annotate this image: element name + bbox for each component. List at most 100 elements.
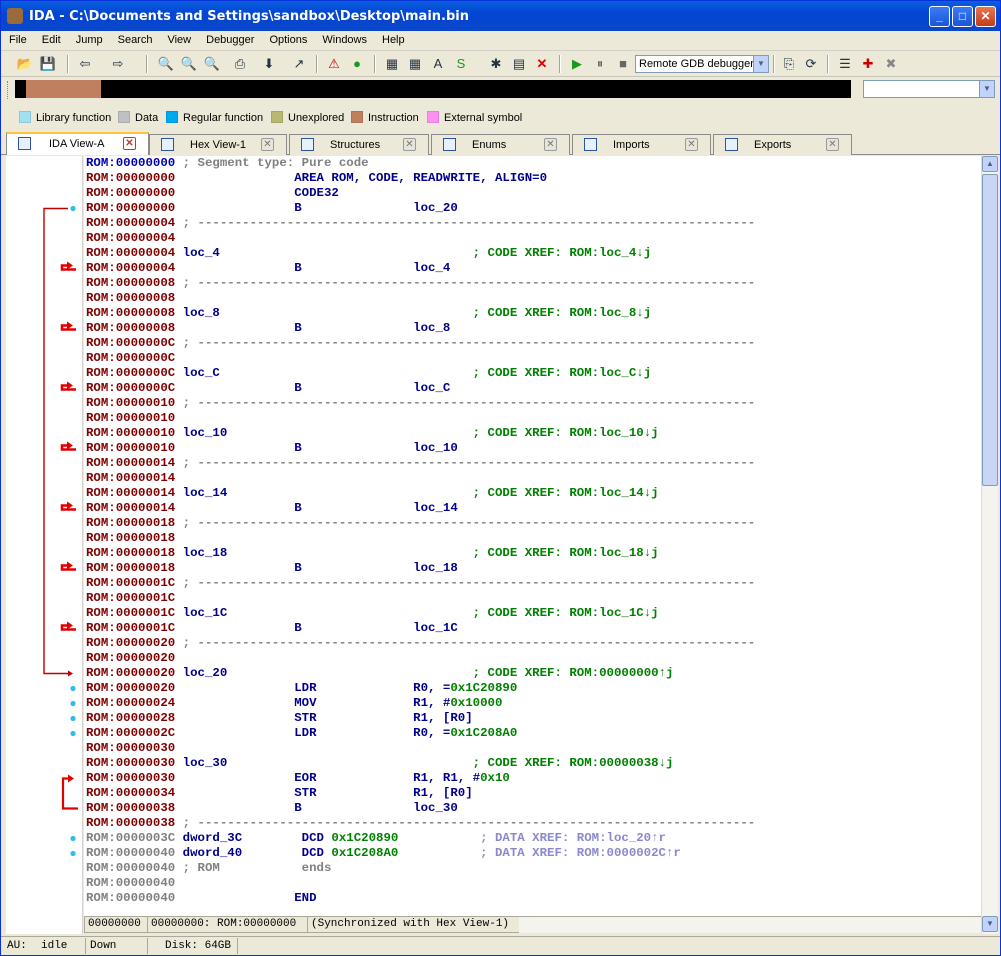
start-debug-icon[interactable]: ▶ [567, 54, 587, 74]
close-tab-icon[interactable]: ✕ [261, 138, 274, 151]
scroll-up-icon[interactable]: ▲ [982, 156, 998, 172]
code-line[interactable]: ROM:0000001C ; -------------------------… [86, 576, 755, 591]
navigation-select[interactable]: ▼ [863, 80, 995, 98]
code-line[interactable]: ROM:00000010 B loc_10 [86, 441, 458, 456]
code-line[interactable]: ROM:00000040 END [86, 891, 317, 906]
code-line[interactable]: ROM:00000030 loc_30 ; CODE XREF: ROM:000… [86, 756, 673, 771]
make-struct-icon[interactable]: S [451, 54, 471, 74]
code-line[interactable]: ROM:00000028 STR R1, [R0] [86, 711, 473, 726]
menu-view[interactable]: View [159, 31, 198, 46]
code-line[interactable]: ROM:00000014 B loc_14 [86, 501, 458, 516]
code-line[interactable]: ROM:0000001C [86, 591, 175, 606]
code-line[interactable]: ROM:00000020 ; -------------------------… [86, 636, 755, 651]
line-xref-comment[interactable]: ; CODE XREF: ROM:00000038↓j [227, 756, 674, 770]
line-xref-comment[interactable]: ; CODE XREF: ROM:loc_8↓j [220, 306, 651, 320]
code-line[interactable]: ROM:00000010 ; -------------------------… [86, 396, 755, 411]
code-line[interactable]: ROM:00000020 LDR R0, =0x1C20890 [86, 681, 517, 696]
code-line[interactable]: ROM:0000001C B loc_1C [86, 621, 458, 636]
patch-icon[interactable]: ▤ [509, 54, 529, 74]
line-xref-comment[interactable]: ; CODE XREF: ROM:loc_4↓j [220, 246, 651, 260]
close-tab-icon[interactable]: ✕ [403, 138, 416, 151]
code-line[interactable]: ROM:00000004 [86, 231, 175, 246]
line-xref-comment[interactable]: ; CODE XREF: ROM:loc_18↓j [227, 546, 659, 560]
save-icon[interactable]: 💾 [38, 54, 58, 74]
code-line[interactable]: ROM:0000000C B loc_C [86, 381, 450, 396]
code-line[interactable]: ROM:00000018 B loc_18 [86, 561, 458, 576]
close-tab-icon[interactable]: ✕ [123, 137, 136, 150]
line-xref-comment[interactable]: ; CODE XREF: ROM:loc_1C↓j [227, 606, 659, 620]
breakpoint-add-icon[interactable]: ✚ [858, 54, 878, 74]
minimize-button[interactable]: _ [929, 6, 950, 27]
scroll-down-icon[interactable]: ▼ [982, 916, 998, 932]
search-binary-icon[interactable]: 🔍 [179, 54, 199, 74]
back-icon[interactable]: ⇦ [75, 54, 95, 74]
xref-icon[interactable]: ↗ [289, 54, 309, 74]
tab-enums[interactable]: Enums ✕ [431, 134, 570, 155]
scroll-thumb[interactable] [982, 174, 998, 486]
code-line[interactable]: ROM:0000001C loc_1C ; CODE XREF: ROM:loc… [86, 606, 659, 621]
make-code-icon[interactable]: ▦ [382, 54, 402, 74]
code-line[interactable]: ROM:00000038 B loc_30 [86, 801, 458, 816]
tab-exports[interactable]: Exports ✕ [713, 134, 852, 155]
menu-file[interactable]: File [1, 31, 34, 46]
code-line[interactable]: ROM:00000008 loc_8 ; CODE XREF: ROM:loc_… [86, 306, 651, 321]
warning-icon[interactable]: ⚠ [324, 54, 344, 74]
code-line[interactable]: ROM:00000000 B loc_20 [86, 201, 458, 216]
code-line[interactable]: ROM:00000020 loc_20 ; CODE XREF: ROM:000… [86, 666, 673, 681]
menu-windows[interactable]: Windows [314, 31, 374, 46]
sparkle-icon[interactable]: ✱ [486, 54, 506, 74]
code-line[interactable]: ROM:0000000C ; -------------------------… [86, 336, 755, 351]
search-text-icon[interactable]: 🔍 [156, 54, 176, 74]
menu-debugger[interactable]: Debugger [198, 31, 261, 46]
code-line[interactable]: ROM:00000010 [86, 411, 175, 426]
line-xref-comment[interactable]: ; CODE XREF: ROM:loc_14↓j [227, 486, 659, 500]
grip-handle[interactable] [7, 81, 11, 99]
line-xref-comment[interactable]: ; CODE XREF: ROM:loc_10↓j [227, 426, 659, 440]
stop-debug-icon[interactable]: ■ [613, 54, 633, 74]
line-xref-comment[interactable]: ; CODE XREF: ROM:loc_C↓j [220, 366, 651, 380]
make-data-icon[interactable]: ▦ [405, 54, 425, 74]
menu-search[interactable]: Search [110, 31, 160, 46]
pause-debug-icon[interactable]: ⏸ [590, 54, 610, 74]
line-xref-comment[interactable]: ; DATA XREF: ROM:loc_20↑r [398, 831, 666, 845]
forward-icon[interactable]: ⇨ [108, 54, 128, 74]
chevron-down-icon[interactable]: ▼ [979, 81, 994, 97]
code-line[interactable]: ROM:00000038 ; -------------------------… [86, 816, 755, 831]
line-xref-comment[interactable]: ; CODE XREF: ROM:00000000↑j [227, 666, 674, 680]
green-circle-icon[interactable]: ● [347, 54, 367, 74]
code-line[interactable]: ROM:00000008 [86, 291, 175, 306]
chevron-down-icon[interactable]: ▼ [753, 56, 768, 72]
menu-edit[interactable]: Edit [34, 31, 68, 46]
title-bar[interactable]: IDA - C:\Documents and Settings\sandbox\… [1, 1, 1000, 31]
horizontal-scrollbar[interactable] [519, 916, 981, 933]
code-line[interactable]: ROM:00000040 dword_40 DCD 0x1C208A0 ; DA… [86, 846, 681, 861]
code-line[interactable]: ROM:0000000C loc_C ; CODE XREF: ROM:loc_… [86, 366, 651, 381]
make-ascii-icon[interactable]: A [428, 54, 448, 74]
menu-options[interactable]: Options [261, 31, 314, 46]
code-line[interactable]: ROM:00000008 ; -------------------------… [86, 276, 755, 291]
code-line[interactable]: ROM:00000034 STR R1, [R0] [86, 786, 473, 801]
code-line[interactable]: ROM:00000004 B loc_4 [86, 261, 450, 276]
list-icon[interactable]: ☰ [835, 54, 855, 74]
code-line[interactable]: ROM:0000000C [86, 351, 175, 366]
maximize-button[interactable]: □ [952, 6, 973, 27]
code-line[interactable]: ROM:00000004 loc_4 ; CODE XREF: ROM:loc_… [86, 246, 651, 261]
attach-icon[interactable]: ⎘ [779, 54, 799, 74]
code-line[interactable]: ROM:00000000 AREA ROM, CODE, READWRITE, … [86, 171, 547, 186]
close-tab-icon[interactable]: ✕ [826, 138, 839, 151]
code-line[interactable]: ROM:00000014 loc_14 ; CODE XREF: ROM:loc… [86, 486, 659, 501]
code-line[interactable]: ROM:00000010 loc_10 ; CODE XREF: ROM:loc… [86, 426, 659, 441]
code-line[interactable]: ROM:00000030 EOR R1, R1, #0x10 [86, 771, 510, 786]
jump-down-icon[interactable]: ⬇ [259, 54, 279, 74]
code-line[interactable]: ROM:00000024 MOV R1, #0x10000 [86, 696, 502, 711]
open-icon[interactable]: 📂 [15, 54, 35, 74]
code-line[interactable]: ROM:00000020 [86, 651, 175, 666]
code-line[interactable]: ROM:00000040 ; ROM ends [86, 861, 331, 876]
tab-ida-view-a[interactable]: IDA View-A ✕ [6, 132, 149, 155]
code-line[interactable]: ROM:00000018 ; -------------------------… [86, 516, 755, 531]
menu-help[interactable]: Help [374, 31, 412, 46]
code-line[interactable]: ROM:00000040 [86, 876, 175, 891]
tab-imports[interactable]: Imports ✕ [572, 134, 711, 155]
refresh-icon[interactable]: ⟳ [801, 54, 821, 74]
navigation-bar[interactable] [15, 80, 851, 98]
